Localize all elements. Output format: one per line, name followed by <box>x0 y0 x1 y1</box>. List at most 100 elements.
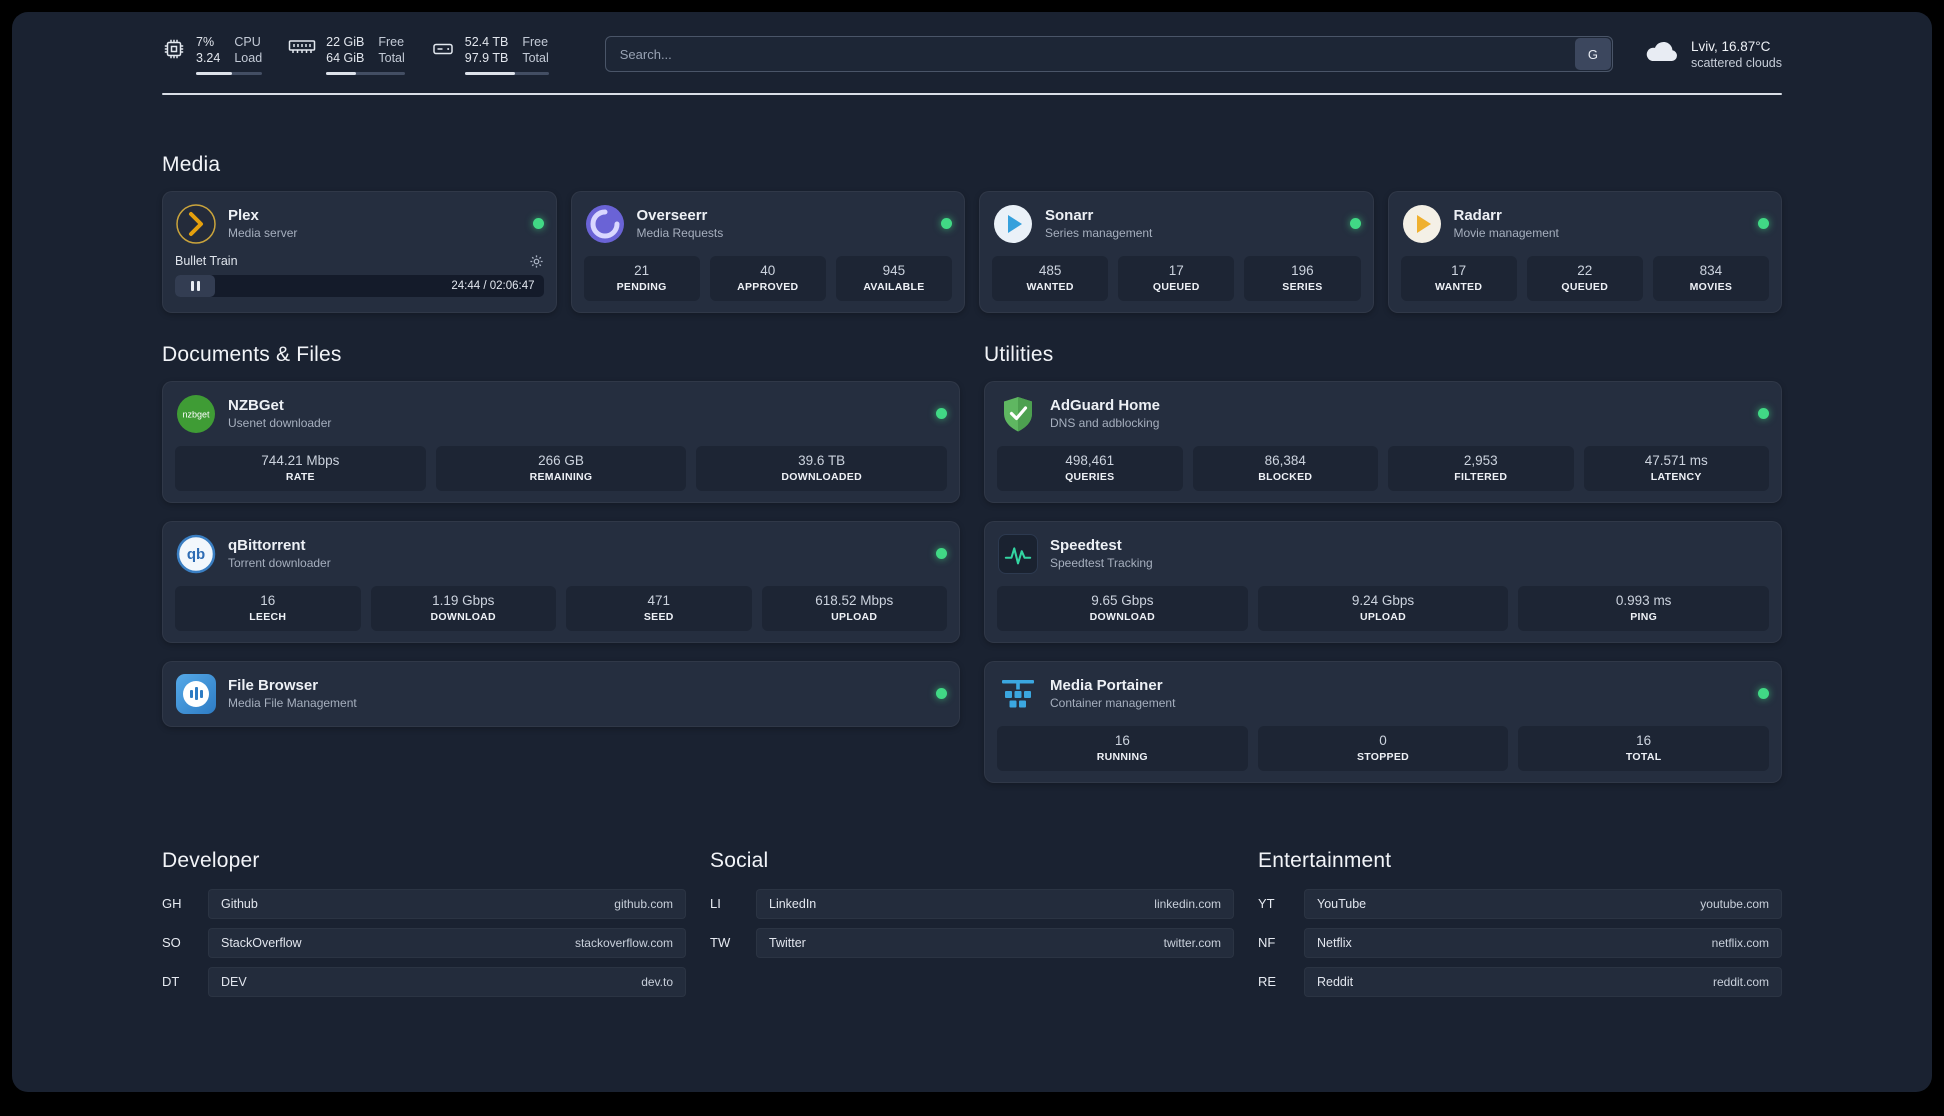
memory-meter <box>326 71 405 75</box>
stat-ping: 0.993 ms PING <box>1518 585 1770 631</box>
stat-value: 16 <box>1114 732 1130 748</box>
app-subtitle: Series management <box>1045 226 1153 240</box>
disk-free-value: 52.4 TB <box>464 35 509 49</box>
stat-queued: 17 QUEUED <box>1118 255 1235 301</box>
app-card-nzbget[interactable]: nzbget NZBGet Usenet downloader 744.21 M… <box>162 380 960 503</box>
weather-location: Lviv, 16.87°C <box>1690 38 1771 54</box>
overseerr-icon <box>584 203 626 245</box>
stat-label: WANTED <box>1434 280 1483 293</box>
bookmark-github[interactable]: GH Github github.com <box>162 888 686 919</box>
utilities-column: Utilities AdGuard Home DNS and adblockin… <box>984 343 1782 783</box>
stat-label: BLOCKED <box>1258 470 1313 483</box>
status-dot <box>1349 218 1361 229</box>
status-dot <box>936 688 947 699</box>
playback-bar[interactable]: 24:44 / 02:06:47 <box>175 274 544 297</box>
stat-seed: 471 SEED <box>566 585 752 631</box>
disk-icon <box>431 37 455 61</box>
bookmark-linkedin[interactable]: LI LinkedIn linkedin.com <box>710 888 1234 919</box>
stat-latency: 47.571 ms LATENCY <box>1583 445 1769 491</box>
bookmark-abbr: TW <box>710 935 731 950</box>
app-card-speedtest[interactable]: Speedtest Speedtest Tracking 9.65 Gbps D… <box>984 520 1782 643</box>
dashboard-panel: 7% 3.24 CPU Load 22 GiB 64 GiB Free Tota… <box>12 12 1932 1092</box>
search-engine-button[interactable]: G <box>1574 38 1611 71</box>
bookmark-label: DEV <box>221 974 247 989</box>
section-title-social: Social <box>710 848 769 872</box>
app-card-portainer[interactable]: Media Portainer Container management 16 … <box>984 660 1782 783</box>
app-card-qbittorrent[interactable]: qb qBittorrent Torrent downloader 16 LEE… <box>162 520 960 643</box>
stat-upload: 618.52 Mbps UPLOAD <box>761 585 947 631</box>
stat-label: UPLOAD <box>1359 610 1407 623</box>
stat-queries: 498,461 QUERIES <box>997 445 1183 491</box>
stat-available: 945 AVAILABLE <box>835 255 953 301</box>
settings-icon[interactable] <box>529 254 544 269</box>
bookmark-netflix[interactable]: NF Netflix netflix.com <box>1258 927 1782 958</box>
bookmark-abbr: NF <box>1258 935 1276 950</box>
cpu-icon <box>162 37 186 61</box>
documents-column: Documents & Files nzbget NZBGet Usenet d… <box>162 343 960 783</box>
stat-value: 0.993 ms <box>1615 592 1672 608</box>
bookmark-reddit[interactable]: RE Reddit reddit.com <box>1258 966 1782 997</box>
stat-remaining: 266 GB REMAINING <box>435 445 687 491</box>
bookmark-dev[interactable]: DT DEV dev.to <box>162 966 686 997</box>
app-card-adguard[interactable]: AdGuard Home DNS and adblocking 498,461 … <box>984 380 1782 503</box>
stat-stopped: 0 STOPPED <box>1257 725 1509 771</box>
stat-label: FILTERED <box>1454 470 1508 483</box>
bookmark-stackoverflow[interactable]: SO StackOverflow stackoverflow.com <box>162 927 686 958</box>
stat-label: WANTED <box>1026 280 1074 293</box>
bookmark-abbr: RE <box>1258 974 1277 989</box>
bookmark-abbr: SO <box>162 935 181 950</box>
bookmark-group-entertainment: Entertainment YT YouTube youtube.com NF … <box>1258 849 1782 997</box>
stat-value: 86,384 <box>1264 452 1306 468</box>
cpu-meter <box>196 71 263 75</box>
weather-widget: Lviv, 16.87°C scattered clouds <box>1643 39 1782 70</box>
memory-total-value: 64 GiB <box>326 51 365 66</box>
status-dot <box>936 548 947 559</box>
app-card-overseerr[interactable]: Overseerr Media Requests 21 PENDING 40 A… <box>570 190 965 313</box>
bookmark-youtube[interactable]: YT YouTube youtube.com <box>1258 888 1782 919</box>
bookmark-label: LinkedIn <box>769 896 817 911</box>
app-name: Media Portainer <box>1050 677 1163 694</box>
stat-value: 471 <box>647 592 671 608</box>
weather-condition: scattered clouds <box>1690 55 1782 70</box>
bookmark-url: dev.to <box>641 974 673 989</box>
disk-meter <box>464 71 549 75</box>
app-subtitle: Speedtest Tracking <box>1050 556 1153 570</box>
app-card-plex[interactable]: Plex Media server Bullet Train 24:44 / 0… <box>162 190 557 313</box>
app-card-filebrowser[interactable]: File Browser Media File Management <box>162 660 960 727</box>
stat-value: 9.65 Gbps <box>1091 592 1154 608</box>
cpu-widget: 7% 3.24 CPU Load <box>162 34 263 75</box>
status-dot <box>532 218 544 229</box>
sonarr-icon <box>992 203 1034 245</box>
bookmark-group-developer: Developer GH Github github.com SO StackO… <box>162 849 686 997</box>
stat-label: SEED <box>643 610 674 623</box>
stat-label: UPLOAD <box>831 610 878 623</box>
section-title-documents: Documents & Files <box>162 342 342 366</box>
bookmark-url: reddit.com <box>1712 974 1769 989</box>
stat-value: 39.6 TB <box>798 452 846 468</box>
stat-approved: 40 APPROVED <box>709 255 826 301</box>
section-title-media: Media <box>162 152 221 176</box>
bookmark-abbr: GH <box>162 896 182 911</box>
stat-downloaded: 39.6 TB DOWNLOADED <box>696 445 948 491</box>
memory-icon <box>288 37 316 57</box>
app-card-sonarr[interactable]: Sonarr Series management 485 WANTED 17 Q… <box>979 190 1374 313</box>
app-card-radarr[interactable]: Radarr Movie management 17 WANTED 22 QUE… <box>1387 190 1782 313</box>
app-subtitle: Usenet downloader <box>228 416 332 430</box>
search-input[interactable] <box>604 36 1613 73</box>
status-dot <box>1758 218 1769 229</box>
cpu-label-1: CPU <box>234 35 261 49</box>
stat-label: MOVIES <box>1689 280 1733 293</box>
media-grid: Plex Media server Bullet Train 24:44 / 0… <box>162 190 1782 313</box>
status-dot <box>1758 408 1769 419</box>
stat-value: 47.571 ms <box>1644 452 1708 468</box>
stat-label: DOWNLOADED <box>781 470 862 483</box>
pause-button[interactable] <box>175 274 215 297</box>
stat-pending: 21 PENDING <box>583 255 700 301</box>
speedtest-icon <box>997 533 1039 575</box>
stat-label: QUEUED <box>1561 280 1609 293</box>
svg-text:qb: qb <box>187 546 205 563</box>
bookmark-url: youtube.com <box>1700 896 1769 911</box>
bookmark-twitter[interactable]: TW Twitter twitter.com <box>710 927 1234 958</box>
stat-value: 945 <box>882 262 906 278</box>
app-subtitle: Torrent downloader <box>228 556 331 570</box>
